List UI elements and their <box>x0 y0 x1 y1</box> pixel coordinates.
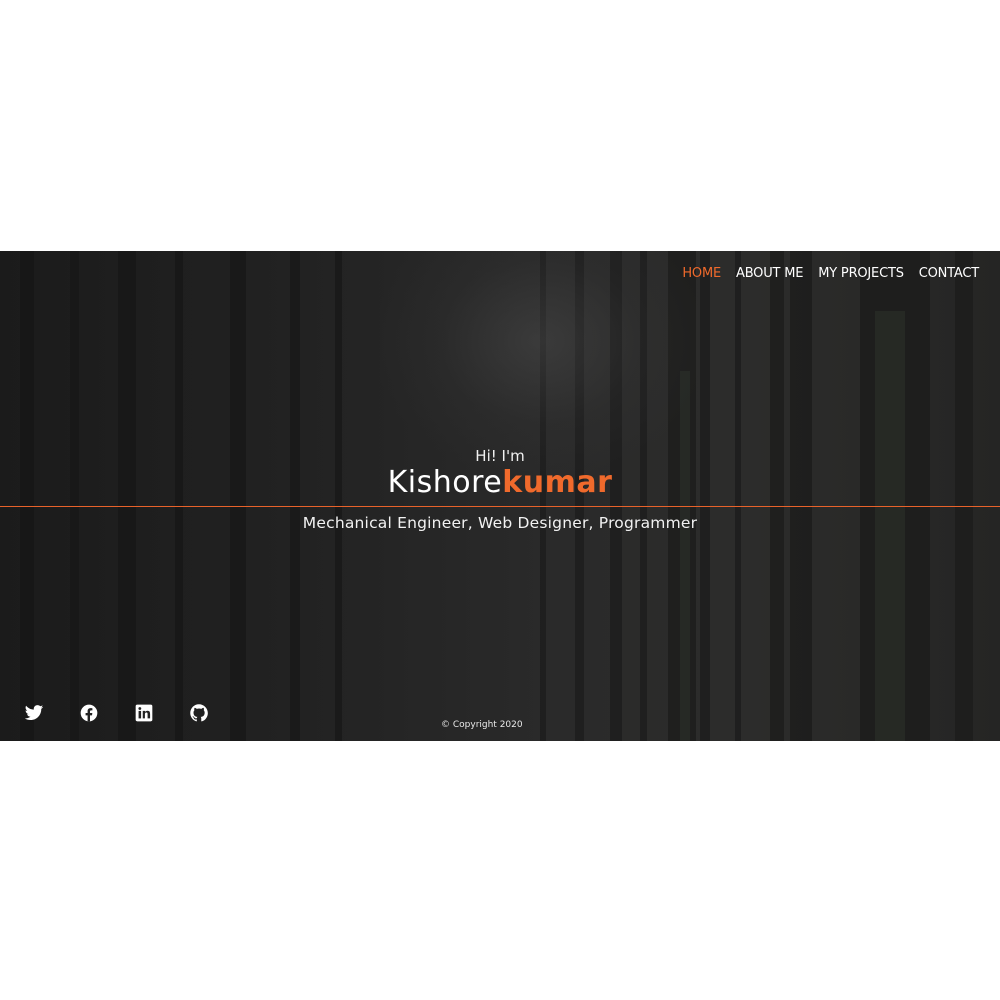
social-links <box>24 703 209 723</box>
greeting-text: Hi! I'm <box>475 447 525 465</box>
linkedin-icon[interactable] <box>134 703 154 723</box>
fog-overlay <box>380 251 700 471</box>
first-name: Kishore <box>387 465 503 500</box>
github-icon[interactable] <box>189 703 209 723</box>
copyright-text: © Copyright 2020 <box>441 720 523 730</box>
hero-subtitle: Mechanical Engineer, Web Designer, Progr… <box>302 514 698 532</box>
hero-name: Kishorekumar <box>0 465 1000 501</box>
nav-item-my-projects[interactable]: MY PROJECTS <box>818 266 904 281</box>
accent-divider <box>0 506 1000 507</box>
main-nav: HOME ABOUT ME MY PROJECTS CONTACT <box>682 266 979 281</box>
facebook-icon[interactable] <box>79 703 99 723</box>
last-name: kumar <box>502 465 613 500</box>
nav-item-home[interactable]: HOME <box>682 266 721 281</box>
hero-section: HOME ABOUT ME MY PROJECTS CONTACT Hi! I'… <box>0 251 1000 741</box>
twitter-icon[interactable] <box>24 703 44 723</box>
nav-item-about-me[interactable]: ABOUT ME <box>736 266 803 281</box>
hero-intro: Hi! I'm Kishorekumar <box>0 447 1000 501</box>
nav-item-contact[interactable]: CONTACT <box>919 266 979 281</box>
